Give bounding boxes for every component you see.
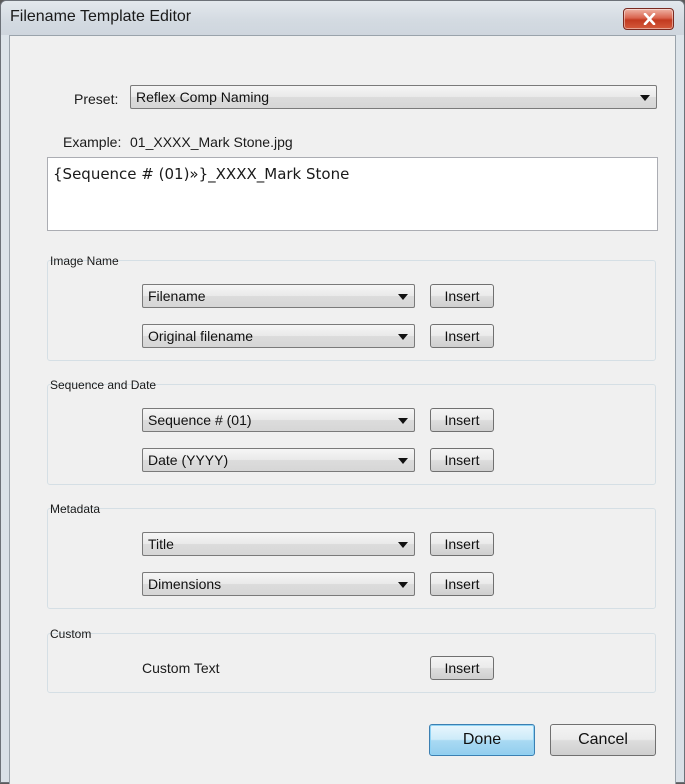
chevron-down-icon [640, 95, 650, 101]
insert-dimensions-button[interactable]: Insert [430, 572, 494, 596]
chevron-down-icon [398, 334, 408, 340]
chevron-down-icon [398, 418, 408, 424]
template-text: {Sequence # (01)»}_XXXX_Mark Stone [53, 165, 350, 183]
title-select[interactable]: Title [142, 532, 415, 556]
custom-text-label: Custom Text [142, 660, 220, 676]
dialog-body: Preset: Reflex Comp Naming Example: 01_X… [9, 35, 676, 784]
preset-label: Preset: [74, 91, 119, 107]
insert-title-button[interactable]: Insert [430, 532, 494, 556]
sequence-select-value: Sequence # (01) [148, 412, 252, 428]
insert-date-button[interactable]: Insert [430, 448, 494, 472]
dimensions-select-value: Dimensions [148, 576, 222, 592]
chevron-down-icon [398, 294, 408, 300]
filename-select-value: Filename [148, 288, 206, 304]
dialog-window: Filename Template Editor Preset: Reflex … [0, 0, 685, 784]
example-label: Example: [63, 134, 122, 150]
insert-sequence-button[interactable]: Insert [430, 408, 494, 432]
chevron-down-icon [398, 582, 408, 588]
original-filename-select-value: Original filename [148, 328, 254, 344]
custom-group [47, 633, 656, 693]
preset-select-value: Reflex Comp Naming [136, 89, 270, 105]
sequence-select[interactable]: Sequence # (01) [142, 408, 415, 432]
window-title: Filename Template Editor [10, 8, 192, 25]
chevron-down-icon [398, 458, 408, 464]
close-button[interactable] [623, 8, 674, 30]
image-name-group-title: Image Name [50, 254, 119, 268]
filename-select[interactable]: Filename [142, 284, 415, 308]
title-bar[interactable]: Filename Template Editor [1, 1, 684, 35]
template-text-field[interactable]: {Sequence # (01)»}_XXXX_Mark Stone [47, 157, 658, 231]
insert-filename-button[interactable]: Insert [430, 284, 494, 308]
original-filename-select[interactable]: Original filename [142, 324, 415, 348]
sequence-date-group-title: Sequence and Date [50, 378, 157, 392]
date-select[interactable]: Date (YYYY) [142, 448, 415, 472]
dimensions-select[interactable]: Dimensions [142, 572, 415, 596]
title-select-value: Title [148, 536, 174, 552]
done-button[interactable]: Done [429, 724, 535, 756]
custom-group-title: Custom [50, 627, 92, 641]
close-icon [643, 13, 656, 25]
insert-custom-text-button[interactable]: Insert [430, 656, 494, 680]
date-select-value: Date (YYYY) [148, 452, 229, 468]
chevron-down-icon [398, 542, 408, 548]
cancel-button[interactable]: Cancel [550, 724, 656, 756]
metadata-group-title: Metadata [50, 502, 101, 516]
insert-original-filename-button[interactable]: Insert [430, 324, 494, 348]
example-value: 01_XXXX_Mark Stone.jpg [130, 134, 293, 150]
preset-select[interactable]: Reflex Comp Naming [130, 85, 657, 109]
